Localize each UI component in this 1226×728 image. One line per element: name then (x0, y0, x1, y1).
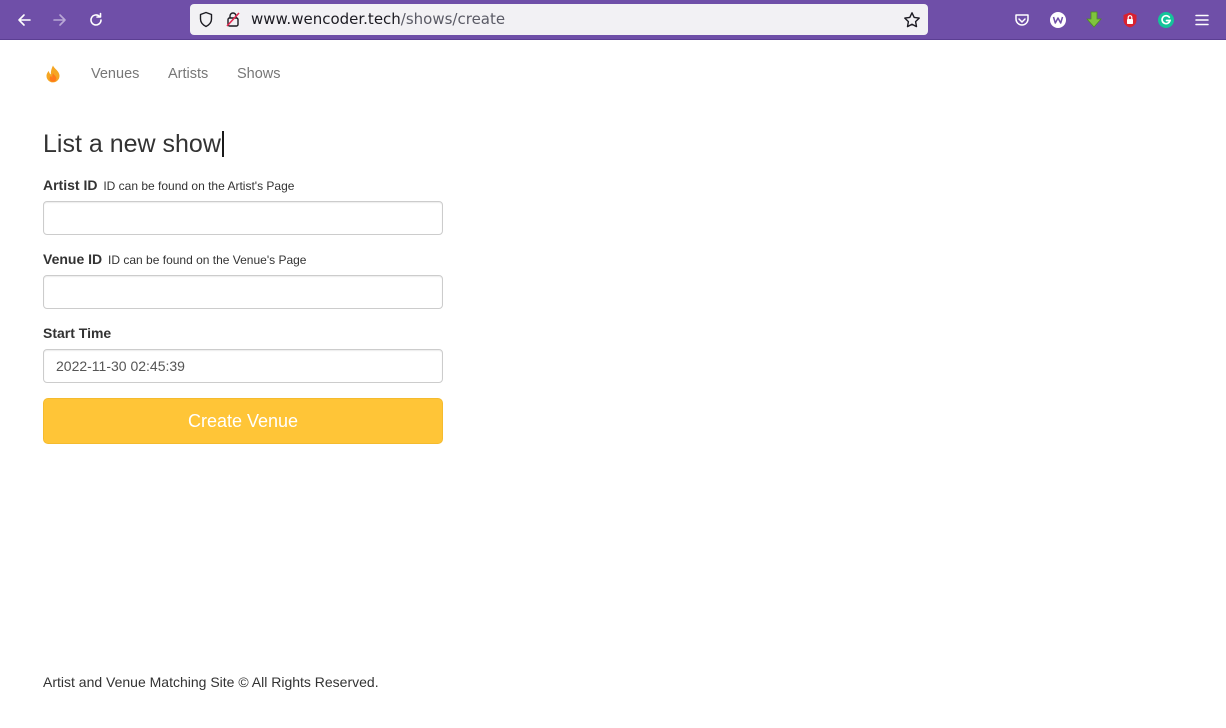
nav-link-venues[interactable]: Venues (91, 66, 139, 82)
page-title-text: List a new show (43, 130, 221, 158)
start-time-label: Start Time (43, 325, 111, 341)
venue-id-input[interactable] (43, 275, 443, 309)
download-arrow-icon (1086, 11, 1102, 28)
grammarly-button[interactable] (1154, 8, 1178, 32)
brand-logo[interactable] (43, 64, 63, 84)
lock-extension-button[interactable] (1118, 8, 1142, 32)
reload-icon (90, 12, 102, 26)
footer-text: Artist and Venue Matching Site © All Rig… (43, 674, 379, 690)
venue-id-label: Venue ID ID can be found on the Venue's … (43, 251, 306, 267)
start-time-input[interactable] (43, 349, 443, 383)
url-bar[interactable]: www.wencoder.tech/shows/create (190, 4, 928, 35)
site-navbar: Venues Artists Shows (0, 40, 1226, 106)
bookmark-star-icon[interactable] (903, 11, 921, 29)
insecure-lock-icon (226, 12, 240, 27)
artist-id-input[interactable] (43, 201, 443, 235)
download-extension-button[interactable] (1082, 8, 1106, 32)
flame-icon (46, 65, 60, 83)
back-arrow-icon (18, 14, 31, 26)
forward-arrow-icon (53, 14, 66, 26)
venue-id-hint: ID can be found on the Venue's Page (108, 253, 307, 267)
page-title: List a new show (43, 130, 224, 159)
browser-toolbar: www.wencoder.tech/shows/create (0, 0, 1226, 40)
nav-link-shows[interactable]: Shows (237, 66, 281, 82)
start-time-label-text: Start Time (43, 325, 112, 341)
artist-id-label: Artist ID ID can be found on the Artist'… (43, 177, 294, 193)
url-text[interactable]: www.wencoder.tech/shows/create (251, 10, 505, 28)
reload-button[interactable] (81, 5, 111, 35)
grammarly-icon (1158, 12, 1174, 28)
pocket-icon (1015, 14, 1029, 26)
menu-button[interactable] (1190, 8, 1214, 32)
hamburger-menu-icon (1195, 14, 1209, 26)
forward-button[interactable] (45, 5, 75, 35)
artist-id-hint: ID can be found on the Artist's Page (103, 179, 295, 193)
venue-id-label-text: Venue ID (43, 251, 103, 267)
pocket-button[interactable] (1010, 8, 1034, 32)
extension-w-button[interactable] (1046, 8, 1070, 32)
back-button[interactable] (9, 5, 39, 35)
shield-icon (199, 11, 213, 28)
create-venue-button[interactable]: Create Venue (43, 398, 443, 444)
url-path: /shows/create (400, 10, 506, 28)
url-host: www.wencoder.tech (251, 10, 401, 28)
red-lock-icon (1123, 12, 1137, 28)
nav-link-artists[interactable]: Artists (168, 66, 208, 82)
w-extension-icon (1050, 12, 1066, 28)
artist-id-label-text: Artist ID (43, 177, 98, 193)
text-cursor (221, 131, 224, 157)
